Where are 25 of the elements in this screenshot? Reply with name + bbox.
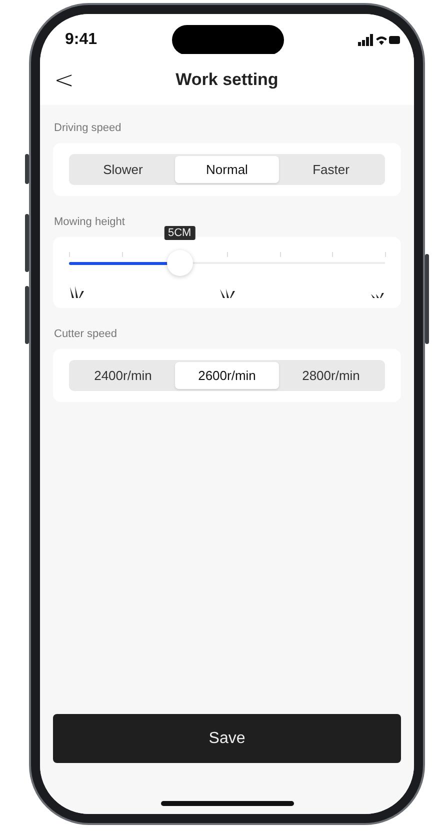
section-label: Mowing height	[54, 216, 126, 228]
value-tooltip: 5CM	[164, 226, 196, 240]
segment-option[interactable]: 2800r/min	[279, 362, 383, 389]
short-grass-icon	[371, 293, 385, 298]
tick-mark	[385, 252, 386, 257]
tick-mark	[227, 252, 228, 257]
grass-icon	[220, 289, 236, 298]
tick-mark	[69, 252, 70, 257]
back-button[interactable]: <	[48, 66, 80, 94]
tick-mark	[122, 252, 123, 257]
save-button[interactable]: Save	[53, 714, 401, 763]
tall-grass-icon	[69, 286, 85, 298]
segment-option[interactable]: Faster	[279, 156, 383, 183]
segment-option[interactable]: 2400r/min	[71, 362, 175, 389]
segment-option[interactable]: 2600r/min	[175, 362, 279, 389]
status-icons	[358, 34, 400, 46]
segment-option[interactable]: Normal	[175, 156, 279, 183]
status-time: 9:41	[65, 30, 98, 48]
tick-mark	[280, 252, 281, 257]
segment-option[interactable]: Slower	[71, 156, 175, 183]
section-label: Driving speed	[54, 122, 122, 134]
page-title: Work setting	[176, 70, 278, 90]
section-label: Cutter speed	[54, 328, 118, 340]
tick-mark	[332, 252, 334, 257]
slider-thumb[interactable]	[166, 250, 193, 276]
